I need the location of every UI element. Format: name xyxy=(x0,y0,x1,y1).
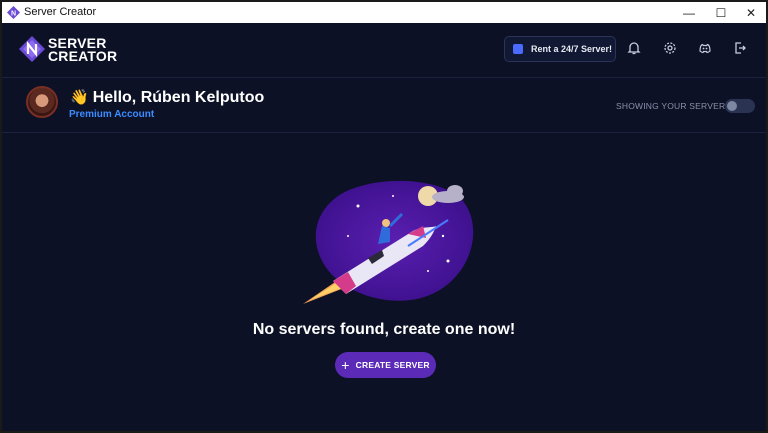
app-window: N Server Creator — ☐ ✕ SERVER CREATOR Re… xyxy=(2,2,766,431)
create-server-label: CREATE SERVER xyxy=(355,360,430,370)
app-icon: N xyxy=(7,6,20,19)
close-button[interactable]: ✕ xyxy=(736,2,766,23)
rocket-illustration xyxy=(303,180,474,304)
avatar[interactable] xyxy=(26,86,58,118)
greeting: 👋 Hello, Rúben Kelputoo xyxy=(70,88,264,107)
welcome-section: 👋 Hello, Rúben Kelputoo Premium Account S… xyxy=(2,78,766,133)
bell-icon[interactable] xyxy=(626,40,642,56)
rent-server-label: Rent a 24/7 Server! xyxy=(531,44,613,54)
create-server-button[interactable]: + CREATE SERVER xyxy=(335,352,436,378)
server-icon xyxy=(513,44,523,54)
account-type: Premium Account xyxy=(69,109,155,120)
maximize-button[interactable]: ☐ xyxy=(706,2,736,23)
rent-server-button[interactable]: Rent a 24/7 Server! xyxy=(504,36,616,62)
gear-icon[interactable] xyxy=(662,40,678,56)
logo-text: SERVER CREATOR xyxy=(48,36,118,64)
app-header: SERVER CREATOR Rent a 24/7 Server! xyxy=(2,23,766,78)
toggle-knob xyxy=(727,101,737,111)
showing-servers-label: SHOWING YOUR SERVERS xyxy=(616,101,732,111)
minimize-button[interactable]: — xyxy=(674,2,704,23)
logout-icon[interactable] xyxy=(732,40,748,56)
title-bar: N Server Creator — ☐ ✕ xyxy=(2,2,766,23)
greeting-text: Hello, Rúben Kelputoo xyxy=(92,89,265,106)
empty-state-message: No servers found, create one now! xyxy=(252,321,516,338)
showing-servers-toggle[interactable] xyxy=(725,99,755,113)
window-title: Server Creator xyxy=(24,6,97,18)
svg-text:N: N xyxy=(11,11,16,18)
discord-icon[interactable] xyxy=(697,40,713,56)
logo-line-2: CREATOR xyxy=(48,48,118,64)
plus-icon: + xyxy=(341,357,350,373)
logo-icon xyxy=(19,36,45,62)
wave-icon: 👋 xyxy=(70,89,89,106)
